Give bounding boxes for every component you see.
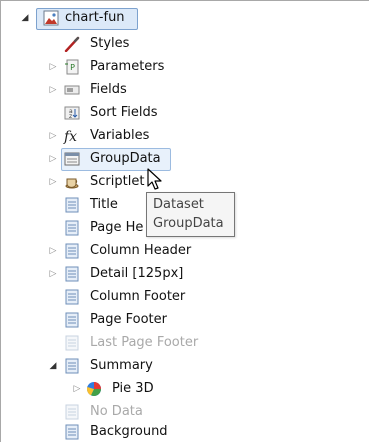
tree-item-styles[interactable]: Styles (0, 33, 200, 55)
sort-icon: a z (64, 105, 80, 121)
svg-text:fx: fx (63, 129, 77, 144)
coffee-cup-icon (64, 174, 80, 190)
mouse-cursor-icon (146, 167, 166, 191)
tree-item-summary[interactable]: ◢ Summary (0, 355, 220, 377)
tree-item-label: Scriptlet (90, 174, 145, 189)
tree-item-label: Pie 3D (112, 381, 154, 396)
collapsed-arrow-icon[interactable]: ▷ (48, 263, 58, 285)
band-icon (64, 289, 80, 305)
band-icon (64, 335, 80, 351)
group-icon (64, 151, 80, 167)
collapsed-arrow-icon[interactable]: ▷ (48, 125, 58, 147)
fx-icon: fx (63, 128, 83, 145)
band-icon (64, 220, 80, 236)
collapsed-arrow-icon[interactable]: ▷ (48, 240, 58, 262)
tree-item-label: Sort Fields (90, 105, 158, 120)
tree-item-sort-fields[interactable]: a z Sort Fields (0, 102, 200, 124)
collapsed-arrow-icon[interactable]: ▷ (48, 56, 58, 78)
collapsed-arrow-icon[interactable]: ▷ (72, 378, 82, 400)
svg-text:P: P (70, 63, 75, 72)
band-icon (64, 312, 80, 328)
tree-item-background[interactable]: Background (0, 421, 220, 443)
brush-icon (64, 36, 80, 53)
tree-item-label: Detail [125px] (90, 266, 184, 281)
expanded-arrow-icon[interactable]: ◢ (20, 7, 30, 29)
field-icon (64, 82, 80, 98)
tree-item-label: Last Page Footer (90, 335, 199, 350)
tooltip-line-1: Dataset (153, 197, 204, 212)
band-icon (64, 358, 80, 374)
tree-item-label: Page Footer (90, 312, 167, 327)
tree-item-scriptlet[interactable]: ▷ Scriptlet (0, 171, 200, 193)
collapsed-arrow-icon[interactable]: ▷ (48, 171, 58, 193)
tree-item-label: No Data (90, 404, 143, 419)
tree-item-label: Column Footer (90, 289, 186, 304)
tooltip-line-2: GroupData (153, 216, 224, 231)
tree-item-label: Summary (90, 358, 153, 373)
tree-item-fields[interactable]: ▷ Fields (0, 79, 200, 101)
band-icon (64, 243, 80, 259)
tree-item-label: Background (90, 424, 168, 439)
tree-item-page-footer[interactable]: Page Footer (0, 309, 220, 331)
tree-item-variables[interactable]: ▷ fx Variables (0, 125, 200, 147)
tree-item-label: Title (90, 197, 118, 212)
tree-item-label: chart-fun (65, 10, 125, 25)
collapsed-arrow-icon[interactable]: ▷ (48, 148, 58, 170)
tree-item-pie-3d[interactable]: ▷ Pie 3D (0, 378, 220, 400)
tree-item-label: Fields (90, 82, 127, 97)
band-icon (64, 424, 80, 440)
tooltip: Dataset GroupData (146, 192, 235, 237)
tree-item-label: Parameters (90, 59, 165, 74)
tree-item-no-data[interactable]: No Data (0, 401, 220, 423)
tree-item-label: Page He (90, 220, 144, 235)
svg-text:z: z (69, 113, 72, 120)
band-icon (64, 404, 80, 420)
parameter-icon: P (64, 59, 80, 75)
tree-item-last-page-footer[interactable]: Last Page Footer (0, 332, 240, 354)
expanded-arrow-icon[interactable]: ◢ (48, 355, 58, 377)
tree-item-column-footer[interactable]: Column Footer (0, 286, 220, 308)
report-icon (43, 10, 59, 26)
tree-item-groupdata[interactable]: ▷ GroupData (0, 148, 200, 170)
tree-item-label: Variables (90, 128, 150, 143)
tree-item-column-header[interactable]: ▷ Column Header (0, 240, 220, 262)
pie-chart-icon (86, 381, 102, 397)
tree-item-label: Styles (90, 36, 130, 51)
tree-item-detail[interactable]: ▷ Detail [125px] (0, 263, 220, 285)
collapsed-arrow-icon[interactable]: ▷ (48, 79, 58, 101)
band-icon (64, 266, 80, 282)
tree-root-chart-fun[interactable]: ◢ chart-fun (0, 7, 200, 29)
band-icon (64, 197, 80, 213)
tree-item-parameters[interactable]: ▷ P Parameters (0, 56, 200, 78)
tree-item-label: Column Header (90, 243, 192, 258)
